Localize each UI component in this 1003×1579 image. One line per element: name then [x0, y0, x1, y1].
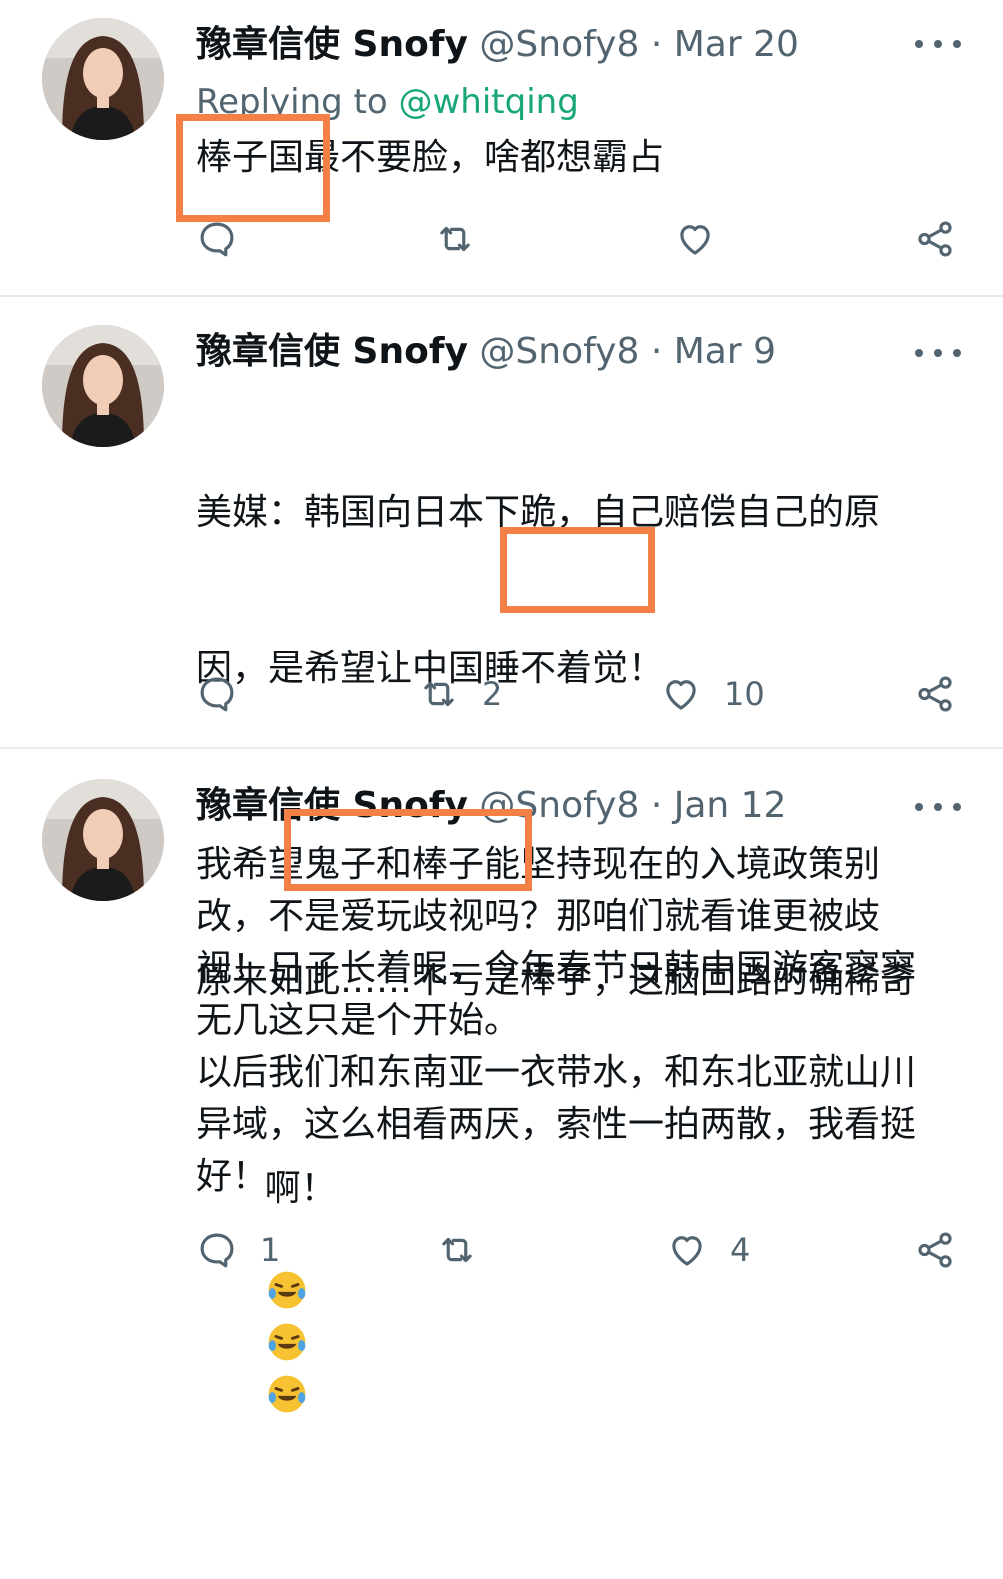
retweet-count: 2	[482, 675, 503, 713]
tweet-actions: 2 10	[196, 669, 956, 719]
laughing-emoji-icon	[268, 1323, 306, 1361]
reply-icon	[200, 222, 234, 257]
retweet-button[interactable]	[436, 1225, 500, 1275]
share-button[interactable]	[914, 669, 956, 719]
like-icon	[680, 225, 710, 255]
tweet-header: 豫章信使 Snofy @Snofy8 · Mar 9	[196, 327, 913, 377]
user-handle[interactable]: @Snofy8	[479, 785, 639, 826]
share-icon	[918, 221, 952, 257]
avatar[interactable]	[42, 779, 164, 901]
like-count: 4	[730, 1231, 751, 1269]
separator-dot: ·	[650, 785, 663, 826]
reply-button[interactable]	[196, 214, 260, 264]
like-button[interactable]: 4	[666, 1225, 750, 1275]
share-icon	[918, 1232, 952, 1268]
reply-button[interactable]	[196, 669, 260, 719]
share-button[interactable]	[914, 214, 956, 264]
separator-dot: ·	[650, 24, 663, 65]
tweet-1[interactable]: 豫章信使 Snofy @Snofy8 · Mar 20 Replying to …	[0, 0, 1003, 296]
retweet-button[interactable]	[434, 214, 498, 264]
share-icon	[918, 676, 952, 712]
like-icon	[666, 680, 696, 710]
tweet-text: 棒子国最不要脸，啥都想霸占	[196, 137, 665, 178]
display-name[interactable]: 豫章信使 Snofy	[196, 24, 468, 65]
replying-to: Replying to @whitqing	[196, 79, 579, 125]
more-icon[interactable]	[915, 343, 961, 363]
retweet-button[interactable]: 2	[418, 669, 502, 719]
avatar[interactable]	[42, 18, 164, 140]
user-handle[interactable]: @Snofy8	[479, 24, 639, 65]
user-handle[interactable]: @Snofy8	[479, 331, 639, 372]
retweet-icon	[440, 226, 470, 252]
display-name[interactable]: 豫章信使 Snofy	[196, 785, 468, 826]
tweet-date[interactable]: Jan 12	[674, 785, 787, 826]
tweet-header: 豫章信使 Snofy @Snofy8 · Mar 20	[196, 20, 913, 70]
tweet-actions: 1 4	[196, 1225, 956, 1275]
reply-count: 1	[260, 1231, 281, 1269]
retweet-icon	[442, 1237, 472, 1263]
replying-prefix: Replying to	[196, 82, 388, 122]
mention-link[interactable]: @whitqing	[399, 82, 579, 122]
reply-icon	[200, 677, 234, 712]
separator-dot: ·	[650, 331, 663, 372]
tweet-actions	[196, 214, 956, 264]
reply-icon	[200, 1233, 234, 1268]
tweet-date[interactable]: Mar 9	[674, 331, 776, 372]
like-button[interactable]: 10	[660, 669, 765, 719]
like-icon	[672, 1236, 702, 1266]
avatar-image	[42, 779, 164, 901]
more-icon[interactable]	[915, 34, 961, 54]
more-icon[interactable]	[915, 797, 961, 817]
avatar-image	[42, 18, 164, 140]
retweet-icon	[424, 681, 454, 707]
tweet-header: 豫章信使 Snofy @Snofy8 · Jan 12	[196, 781, 913, 831]
tweet-3[interactable]: 豫章信使 Snofy @Snofy8 · Jan 12 我希望鬼子和棒子能坚持现…	[0, 749, 1003, 1280]
tweet-date[interactable]: Mar 20	[674, 24, 799, 65]
like-count: 10	[724, 675, 765, 713]
share-button[interactable]	[914, 1225, 956, 1275]
like-button[interactable]	[674, 214, 738, 264]
text-line: 美媒：韩国向日本下跪，自己赔偿自己的原	[196, 492, 881, 533]
display-name[interactable]: 豫章信使 Snofy	[196, 331, 468, 372]
tweet-2[interactable]: 豫章信使 Snofy @Snofy8 · Mar 9 美媒：韩国向日本下跪，自己…	[0, 297, 1003, 1413]
avatar-image	[42, 325, 164, 447]
laughing-emoji-icon	[268, 1375, 306, 1413]
avatar[interactable]	[42, 325, 164, 447]
reply-button[interactable]: 1	[196, 1225, 280, 1275]
tweet-text: 我希望鬼子和棒子能坚持现在的入境政策别 改，不是爱玩歧视吗？那咱们就看谁更被歧 …	[196, 844, 917, 1197]
